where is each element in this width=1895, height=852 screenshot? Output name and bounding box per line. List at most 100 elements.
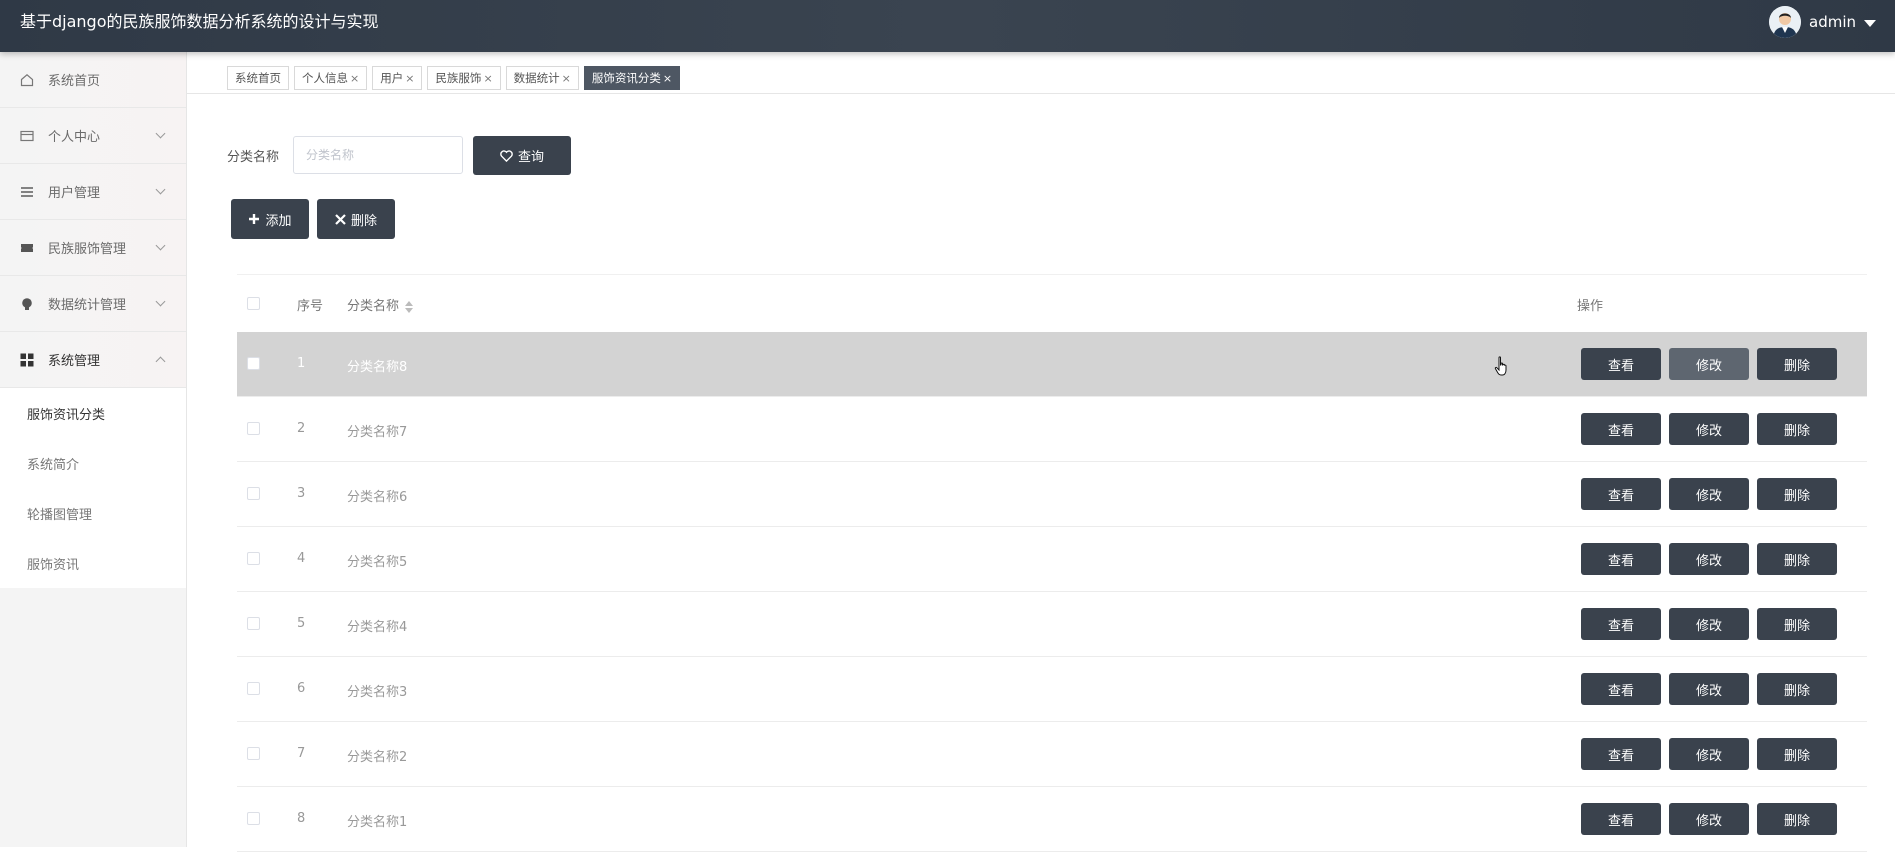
chevron-up-icon (155, 356, 166, 367)
tab-news-category[interactable]: 服饰资讯分类 × (583, 66, 681, 90)
row-delete-button[interactable]: 删除 (1757, 608, 1837, 640)
query-button-label: 查询 (517, 150, 544, 165)
row-name: 分类名称3 (347, 685, 408, 700)
view-button[interactable]: 查看 (1581, 543, 1661, 575)
edit-button[interactable]: 修改 (1669, 608, 1749, 640)
sidebar-subitem-carousel[interactable]: 轮播图管理 (0, 488, 186, 538)
row-actions: 查看 修改 删除 (1581, 543, 1837, 575)
sidebar-subitem-news[interactable]: 服饰资讯 (0, 538, 186, 588)
row-checkbox[interactable] (247, 747, 260, 760)
table-header: 序号 分类名称 操作 (237, 274, 1867, 332)
query-button[interactable]: 查询 (473, 136, 571, 175)
category-name-input[interactable] (293, 136, 463, 174)
sidebar-item-system[interactable]: 系统管理 (0, 332, 186, 388)
category-table: 序号 分类名称 操作 1 分类名称8 查看 修改 删除 2 分类名称7 查看 修… (237, 274, 1867, 852)
row-delete-button[interactable]: 删除 (1757, 478, 1837, 510)
table-row: 6 分类名称3 查看 修改 删除 (237, 657, 1867, 722)
view-button[interactable]: 查看 (1581, 608, 1661, 640)
header-name[interactable]: 分类名称 (347, 295, 414, 314)
edit-button[interactable]: 修改 (1669, 478, 1749, 510)
header-index: 序号 (297, 299, 324, 314)
tab-profile[interactable]: 个人信息 × (294, 66, 368, 90)
row-delete-button[interactable]: 删除 (1757, 673, 1837, 705)
list-icon (20, 185, 34, 199)
row-checkbox[interactable] (247, 357, 260, 370)
app-title: 基于django的民族服饰数据分析系统的设计与实现 (20, 12, 379, 31)
view-button[interactable]: 查看 (1581, 478, 1661, 510)
sidebar-item-costume[interactable]: 民族服饰管理 (0, 220, 186, 276)
table-row: 5 分类名称4 查看 修改 删除 (237, 592, 1867, 657)
sidebar-item-label: 系统管理 (48, 354, 101, 369)
sidebar-item-users[interactable]: 用户管理 (0, 164, 186, 220)
close-icon[interactable]: × (350, 72, 359, 85)
row-checkbox[interactable] (247, 682, 260, 695)
row-actions: 查看 修改 删除 (1581, 608, 1837, 640)
table-row: 3 分类名称6 查看 修改 删除 (237, 462, 1867, 527)
heart-icon (500, 149, 513, 162)
edit-button[interactable]: 修改 (1669, 413, 1749, 445)
user-menu[interactable]: admin (1769, 6, 1876, 38)
table-row: 4 分类名称5 查看 修改 删除 (237, 527, 1867, 592)
sidebar: 系统首页 个人中心 用户管理 民族服饰管理 数据统计管理 系统管理 服饰资讯分类… (0, 52, 187, 847)
row-checkbox[interactable] (247, 487, 260, 500)
row-delete-button[interactable]: 删除 (1757, 413, 1837, 445)
view-button[interactable]: 查看 (1581, 413, 1661, 445)
sidebar-submenu: 服饰资讯分类 系统简介 轮播图管理 服饰资讯 (0, 388, 186, 588)
select-all-checkbox[interactable] (247, 297, 260, 310)
close-icon[interactable]: × (483, 72, 492, 85)
tab-bar: 系统首页 个人信息 × 用户 × 民族服饰 × 数据统计 × 服饰资讯分类 × (227, 66, 681, 90)
filter-label: 分类名称 (227, 150, 280, 165)
close-icon[interactable]: × (663, 72, 672, 85)
view-button[interactable]: 查看 (1581, 348, 1661, 380)
row-delete-button[interactable]: 删除 (1757, 543, 1837, 575)
view-button[interactable]: 查看 (1581, 673, 1661, 705)
edit-button[interactable]: 修改 (1669, 348, 1749, 380)
edit-button[interactable]: 修改 (1669, 543, 1749, 575)
avatar (1769, 6, 1801, 38)
tab-label: 数据统计 (513, 71, 560, 85)
row-checkbox[interactable] (247, 552, 260, 565)
row-index: 7 (297, 746, 306, 761)
row-delete-button[interactable]: 删除 (1757, 348, 1837, 380)
close-icon[interactable]: × (562, 72, 571, 85)
x-icon (335, 213, 346, 225)
row-index: 2 (297, 421, 306, 436)
tab-stats[interactable]: 数据统计 × (505, 66, 579, 90)
add-button[interactable]: 添加 (231, 199, 309, 239)
close-icon[interactable]: × (405, 72, 414, 85)
delete-button[interactable]: 删除 (317, 199, 395, 239)
tab-users[interactable]: 用户 × (372, 66, 423, 90)
row-actions: 查看 修改 删除 (1581, 348, 1837, 380)
row-checkbox[interactable] (247, 617, 260, 630)
row-index: 4 (297, 551, 306, 566)
sidebar-item-label: 用户管理 (48, 186, 101, 201)
view-button[interactable]: 查看 (1581, 803, 1661, 835)
row-actions: 查看 修改 删除 (1581, 673, 1837, 705)
sidebar-item-home[interactable]: 系统首页 (0, 52, 186, 108)
edit-button[interactable]: 修改 (1669, 673, 1749, 705)
tab-label: 系统首页 (235, 71, 281, 85)
grid-icon (20, 353, 34, 367)
sort-icon[interactable] (405, 300, 414, 313)
sidebar-subitem-intro[interactable]: 系统简介 (0, 438, 186, 488)
ticket-icon (20, 241, 34, 255)
edit-button[interactable]: 修改 (1669, 738, 1749, 770)
home-icon (20, 73, 34, 87)
bulb-icon (20, 297, 34, 311)
row-delete-button[interactable]: 删除 (1757, 738, 1837, 770)
edit-button[interactable]: 修改 (1669, 803, 1749, 835)
row-checkbox[interactable] (247, 812, 260, 825)
sidebar-item-label: 个人中心 (48, 130, 101, 145)
row-checkbox[interactable] (247, 422, 260, 435)
sidebar-item-stats[interactable]: 数据统计管理 (0, 276, 186, 332)
sidebar-subitem-category[interactable]: 服饰资讯分类 (0, 388, 186, 438)
plus-icon (249, 214, 260, 224)
row-delete-button[interactable]: 删除 (1757, 803, 1837, 835)
row-actions: 查看 修改 删除 (1581, 478, 1837, 510)
tab-costume[interactable]: 民族服饰 × (427, 66, 501, 90)
sidebar-item-personal[interactable]: 个人中心 (0, 108, 186, 164)
view-button[interactable]: 查看 (1581, 738, 1661, 770)
add-button-label: 添加 (265, 213, 292, 229)
tab-home[interactable]: 系统首页 (227, 66, 289, 90)
table-row: 8 分类名称1 查看 修改 删除 (237, 787, 1867, 852)
